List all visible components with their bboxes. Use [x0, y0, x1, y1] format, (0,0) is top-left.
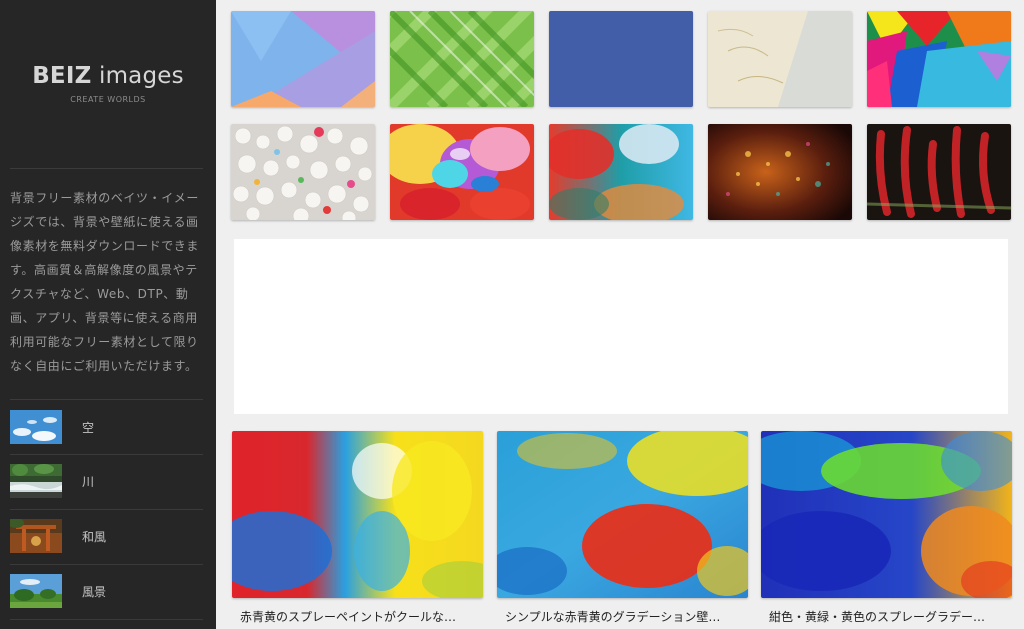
logo-bold: BEIZ [32, 63, 92, 89]
sky-thumbnail [10, 410, 62, 444]
advertisement-area [234, 239, 1008, 414]
card-image-simple-gradient [487, 426, 767, 598]
image-card[interactable]: 紺色・黄緑・黄色のスプレーグラデー… [741, 431, 1021, 625]
image-thumbnail-green-plaid[interactable] [390, 11, 534, 107]
image-thumbnail-colorful-shapes[interactable] [867, 11, 1011, 107]
japanese-style-thumbnail [10, 519, 62, 553]
sidebar: BEIZ images CREATE WORLDS 背景フリー素材のベイツ・イメ… [0, 0, 216, 629]
image-thumbnail-pearls[interactable] [231, 124, 375, 220]
image-card[interactable]: 赤青黄のスプレーペイントがクールな… [212, 431, 502, 625]
card-image-navy-lime-yellow-spray [741, 431, 1021, 601]
image-card[interactable]: シンプルな赤青黄のグラデーション壁… [487, 426, 767, 625]
card-caption: 赤青黄のスプレーペイントがクールな… [240, 610, 457, 624]
divider [10, 619, 203, 620]
category-item-japanese-style[interactable]: 和風 [10, 513, 206, 559]
divider [10, 564, 203, 565]
image-thumbnail-pastel-geometric[interactable] [231, 11, 375, 107]
image-thumbnail-blue-fabric[interactable] [549, 11, 693, 107]
divider [10, 454, 203, 455]
category-label: 和風 [82, 529, 107, 544]
image-thumbnail-psychedelic-paint[interactable] [390, 124, 534, 220]
category-label: 空 [82, 420, 95, 435]
card-caption: 紺色・黄緑・黄色のスプレーグラデー… [769, 610, 986, 624]
category-label: 川 [82, 474, 95, 489]
image-thumbnail-spray-gradient[interactable] [549, 124, 693, 220]
card-image-red-blue-yellow-spray [212, 431, 502, 601]
category-item-river[interactable]: 川 [10, 458, 206, 504]
divider [10, 509, 203, 510]
landscape-thumbnail [10, 574, 62, 608]
image-thumbnail-red-strokes[interactable] [867, 124, 1011, 220]
image-thumbnail-bokeh-glitter[interactable] [708, 124, 852, 220]
logo-tagline: CREATE WORLDS [70, 95, 146, 104]
logo-rest: images [91, 63, 184, 89]
site-description: 背景フリー素材のベイツ・イメージズでは、背景や壁紙に使える画像素材を無料ダウンロ… [10, 191, 200, 373]
category-item-sky[interactable]: 空 [10, 404, 206, 450]
divider [10, 168, 203, 169]
card-caption: シンプルな赤青黄のグラデーション壁… [505, 610, 721, 624]
category-item-landscape[interactable]: 風景 [10, 568, 206, 614]
image-thumbnail-washi-paper[interactable] [708, 11, 852, 107]
site-logo[interactable]: BEIZ images CREATE WORLDS [0, 63, 216, 104]
divider [10, 399, 203, 400]
category-label: 風景 [82, 584, 107, 599]
river-thumbnail [10, 464, 62, 498]
